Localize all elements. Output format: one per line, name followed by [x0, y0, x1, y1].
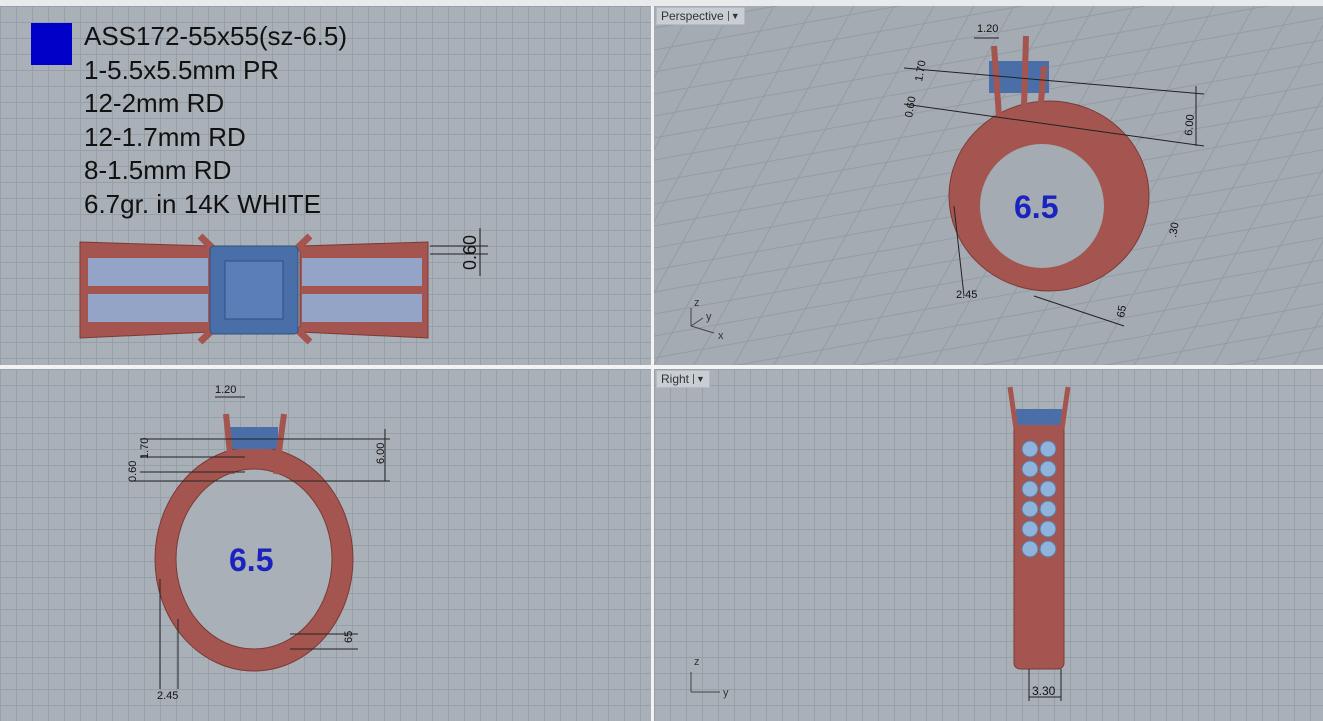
viewport-title-text: Perspective — [661, 9, 724, 23]
ring-size-label: 6.5 — [229, 542, 273, 578]
grid-line — [773, 6, 975, 365]
side-stone — [1021, 540, 1039, 558]
ring-top-model: 0.60 — [79, 228, 488, 345]
chevron-down-icon[interactable]: ▼ — [727, 11, 740, 21]
grid-line — [980, 303, 1323, 365]
top-viewport[interactable]: ASS172-55x55(sz-6.5) 1-5.5x5.5mm PR 12-2… — [0, 6, 651, 365]
viewport-title-right[interactable]: Right ▼ — [656, 370, 710, 388]
side-stone — [1021, 480, 1039, 498]
side-stone — [1039, 460, 1057, 478]
grid-line — [733, 6, 935, 365]
dimension-label: 1.70 — [913, 59, 929, 82]
grid-line — [1102, 325, 1323, 365]
grid-line — [1293, 311, 1323, 365]
grid-line — [1213, 168, 1323, 365]
grid-line — [654, 6, 855, 365]
side-stone — [1039, 520, 1057, 538]
dimension-label: 0.60 — [903, 95, 919, 118]
axis-z-label: z — [694, 297, 700, 309]
ring-front-model: 6.5 1.20 1.70 0.60 6.00 65 2.45 — [127, 384, 390, 702]
axis-z-label: z — [694, 656, 700, 668]
dimension-label: 0.60 — [127, 461, 139, 482]
dimension-label: 1.20 — [977, 23, 998, 35]
dimension-label: 65 — [1115, 304, 1129, 318]
perspective-grid: 6.5 1.20 1.70 0.60 6.00 2.45 65 .30 z y … — [654, 6, 1323, 365]
side-stone — [1039, 440, 1057, 458]
dimension-label: 1.20 — [215, 384, 236, 396]
side-stone — [1039, 480, 1057, 498]
side-stone — [1039, 500, 1057, 518]
perspective-viewport[interactable]: 6.5 1.20 1.70 0.60 6.00 2.45 65 .30 z y … — [654, 6, 1323, 365]
front-viewport[interactable]: 6.5 1.20 1.70 0.60 6.00 65 2.45 — [0, 369, 651, 721]
axis-x-label: x — [718, 330, 724, 342]
right-viewport[interactable]: 3.30 z y Right ▼ — [654, 369, 1323, 721]
viewport-title-text: Right — [661, 372, 690, 386]
dimension-label: 6.00 — [1183, 114, 1197, 136]
side-stone — [1021, 460, 1039, 478]
ring-right-model: 3.30 z y — [690, 386, 1071, 701]
dimension-label: 2.45 — [956, 289, 977, 301]
grid-line — [654, 6, 1148, 95]
dimension-label: .30 — [1167, 221, 1181, 238]
dimension-label: 0.60 — [460, 235, 480, 270]
grid-line — [857, 281, 1323, 365]
dimension-label: 6.00 — [375, 443, 387, 464]
side-stone — [1021, 500, 1039, 518]
dimension-label: 1.70 — [139, 438, 151, 459]
viewport-title-perspective[interactable]: Perspective ▼ — [656, 7, 745, 25]
side-stone — [1021, 440, 1039, 458]
axis-y-label: y — [706, 311, 712, 323]
dimension-label: 2.45 — [157, 690, 178, 702]
side-stone — [1039, 540, 1057, 558]
ring-size-label: 6.5 — [1014, 189, 1058, 225]
side-stone — [1021, 520, 1039, 538]
dimension-label: 3.30 — [1032, 684, 1056, 698]
chevron-down-icon[interactable]: ▼ — [693, 374, 705, 384]
dimension-label: 65 — [343, 631, 355, 643]
axis-y-label: y — [723, 687, 729, 699]
